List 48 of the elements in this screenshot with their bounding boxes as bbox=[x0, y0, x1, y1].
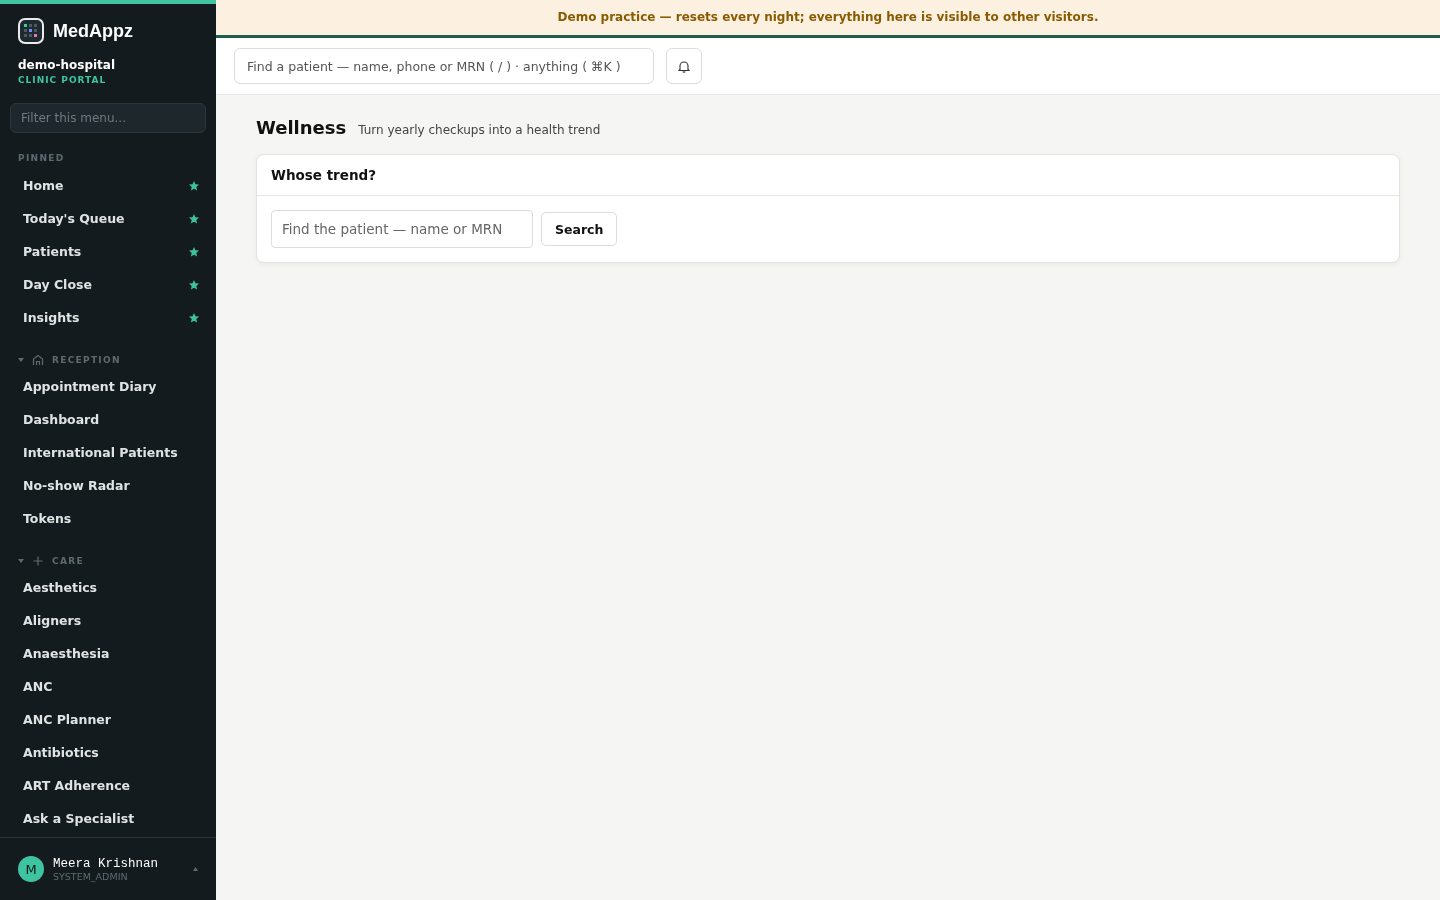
nav-item[interactable]: Antibiotics bbox=[10, 736, 206, 769]
patient-search-field[interactable]: Find the patient — name or MRN bbox=[271, 210, 533, 248]
nav-item[interactable]: Home bbox=[10, 169, 206, 202]
star-icon[interactable] bbox=[188, 212, 200, 225]
filter-field[interactable]: Filter this menu... bbox=[10, 103, 206, 133]
user-avatar: M bbox=[18, 856, 44, 882]
star-icon[interactable] bbox=[188, 278, 200, 291]
star-icon[interactable] bbox=[188, 311, 200, 324]
logo-icon bbox=[18, 18, 44, 44]
star-icon[interactable] bbox=[188, 245, 200, 258]
nav-item[interactable]: Aligners bbox=[10, 604, 206, 637]
nav-item[interactable]: Insights bbox=[10, 301, 206, 334]
notifications-button[interactable] bbox=[666, 48, 702, 84]
demo-banner: Demo practice — resets every night; everything here is visible to other visitors. bbox=[216, 0, 1440, 38]
plus-icon bbox=[32, 555, 44, 567]
nav-item[interactable]: ANC bbox=[10, 670, 206, 703]
nav-item[interactable]: Aesthetics bbox=[10, 571, 206, 604]
page-title: Wellness bbox=[256, 117, 347, 138]
page-subtitle: Turn yearly checkups into a health trend bbox=[358, 123, 601, 137]
bell-icon bbox=[678, 59, 690, 73]
nav-item[interactable]: Appointment Diary bbox=[10, 370, 206, 403]
section-label: CARE bbox=[52, 556, 84, 566]
section-label: PINNED bbox=[17, 152, 66, 165]
caret-icon[interactable] bbox=[193, 867, 198, 871]
organization-name: demo-hospital bbox=[17, 57, 117, 72]
nav-item[interactable]: Ask a Specialist bbox=[10, 802, 206, 835]
nav-item[interactable]: International Patients bbox=[10, 436, 206, 469]
nav-item[interactable]: Tokens bbox=[10, 502, 206, 535]
nav-item[interactable]: Anaesthesia bbox=[10, 637, 206, 670]
brand-name: MedAppz bbox=[53, 20, 133, 42]
star-icon[interactable] bbox=[188, 179, 200, 192]
caret-icon[interactable] bbox=[18, 357, 24, 363]
user-name: Meera Krishnan bbox=[53, 856, 160, 871]
nav-item[interactable]: Patients bbox=[10, 235, 206, 268]
user-role: SYSTEM_ADMIN bbox=[53, 870, 129, 882]
nav-item[interactable]: Dashboard bbox=[10, 403, 206, 436]
nav-item[interactable]: ART Adherence bbox=[10, 769, 206, 802]
section-label: RECEPTION bbox=[52, 355, 121, 365]
nav-item[interactable]: Day Close bbox=[10, 268, 206, 301]
building-icon bbox=[32, 354, 44, 366]
nav-item[interactable]: Today's Queue bbox=[10, 202, 206, 235]
nav-item[interactable]: No-show Radar bbox=[10, 469, 206, 502]
caret-icon[interactable] bbox=[18, 558, 24, 564]
nav-item[interactable]: ANC Planner bbox=[10, 703, 206, 736]
search-field[interactable]: Find a patient — name, phone or MRN ( / ) · anything ( ⌘K ) bbox=[234, 48, 654, 84]
search-button[interactable]: Search bbox=[541, 212, 618, 246]
portal-label: CLINIC PORTAL bbox=[17, 74, 108, 85]
card-title: Whose trend? bbox=[257, 155, 1399, 196]
